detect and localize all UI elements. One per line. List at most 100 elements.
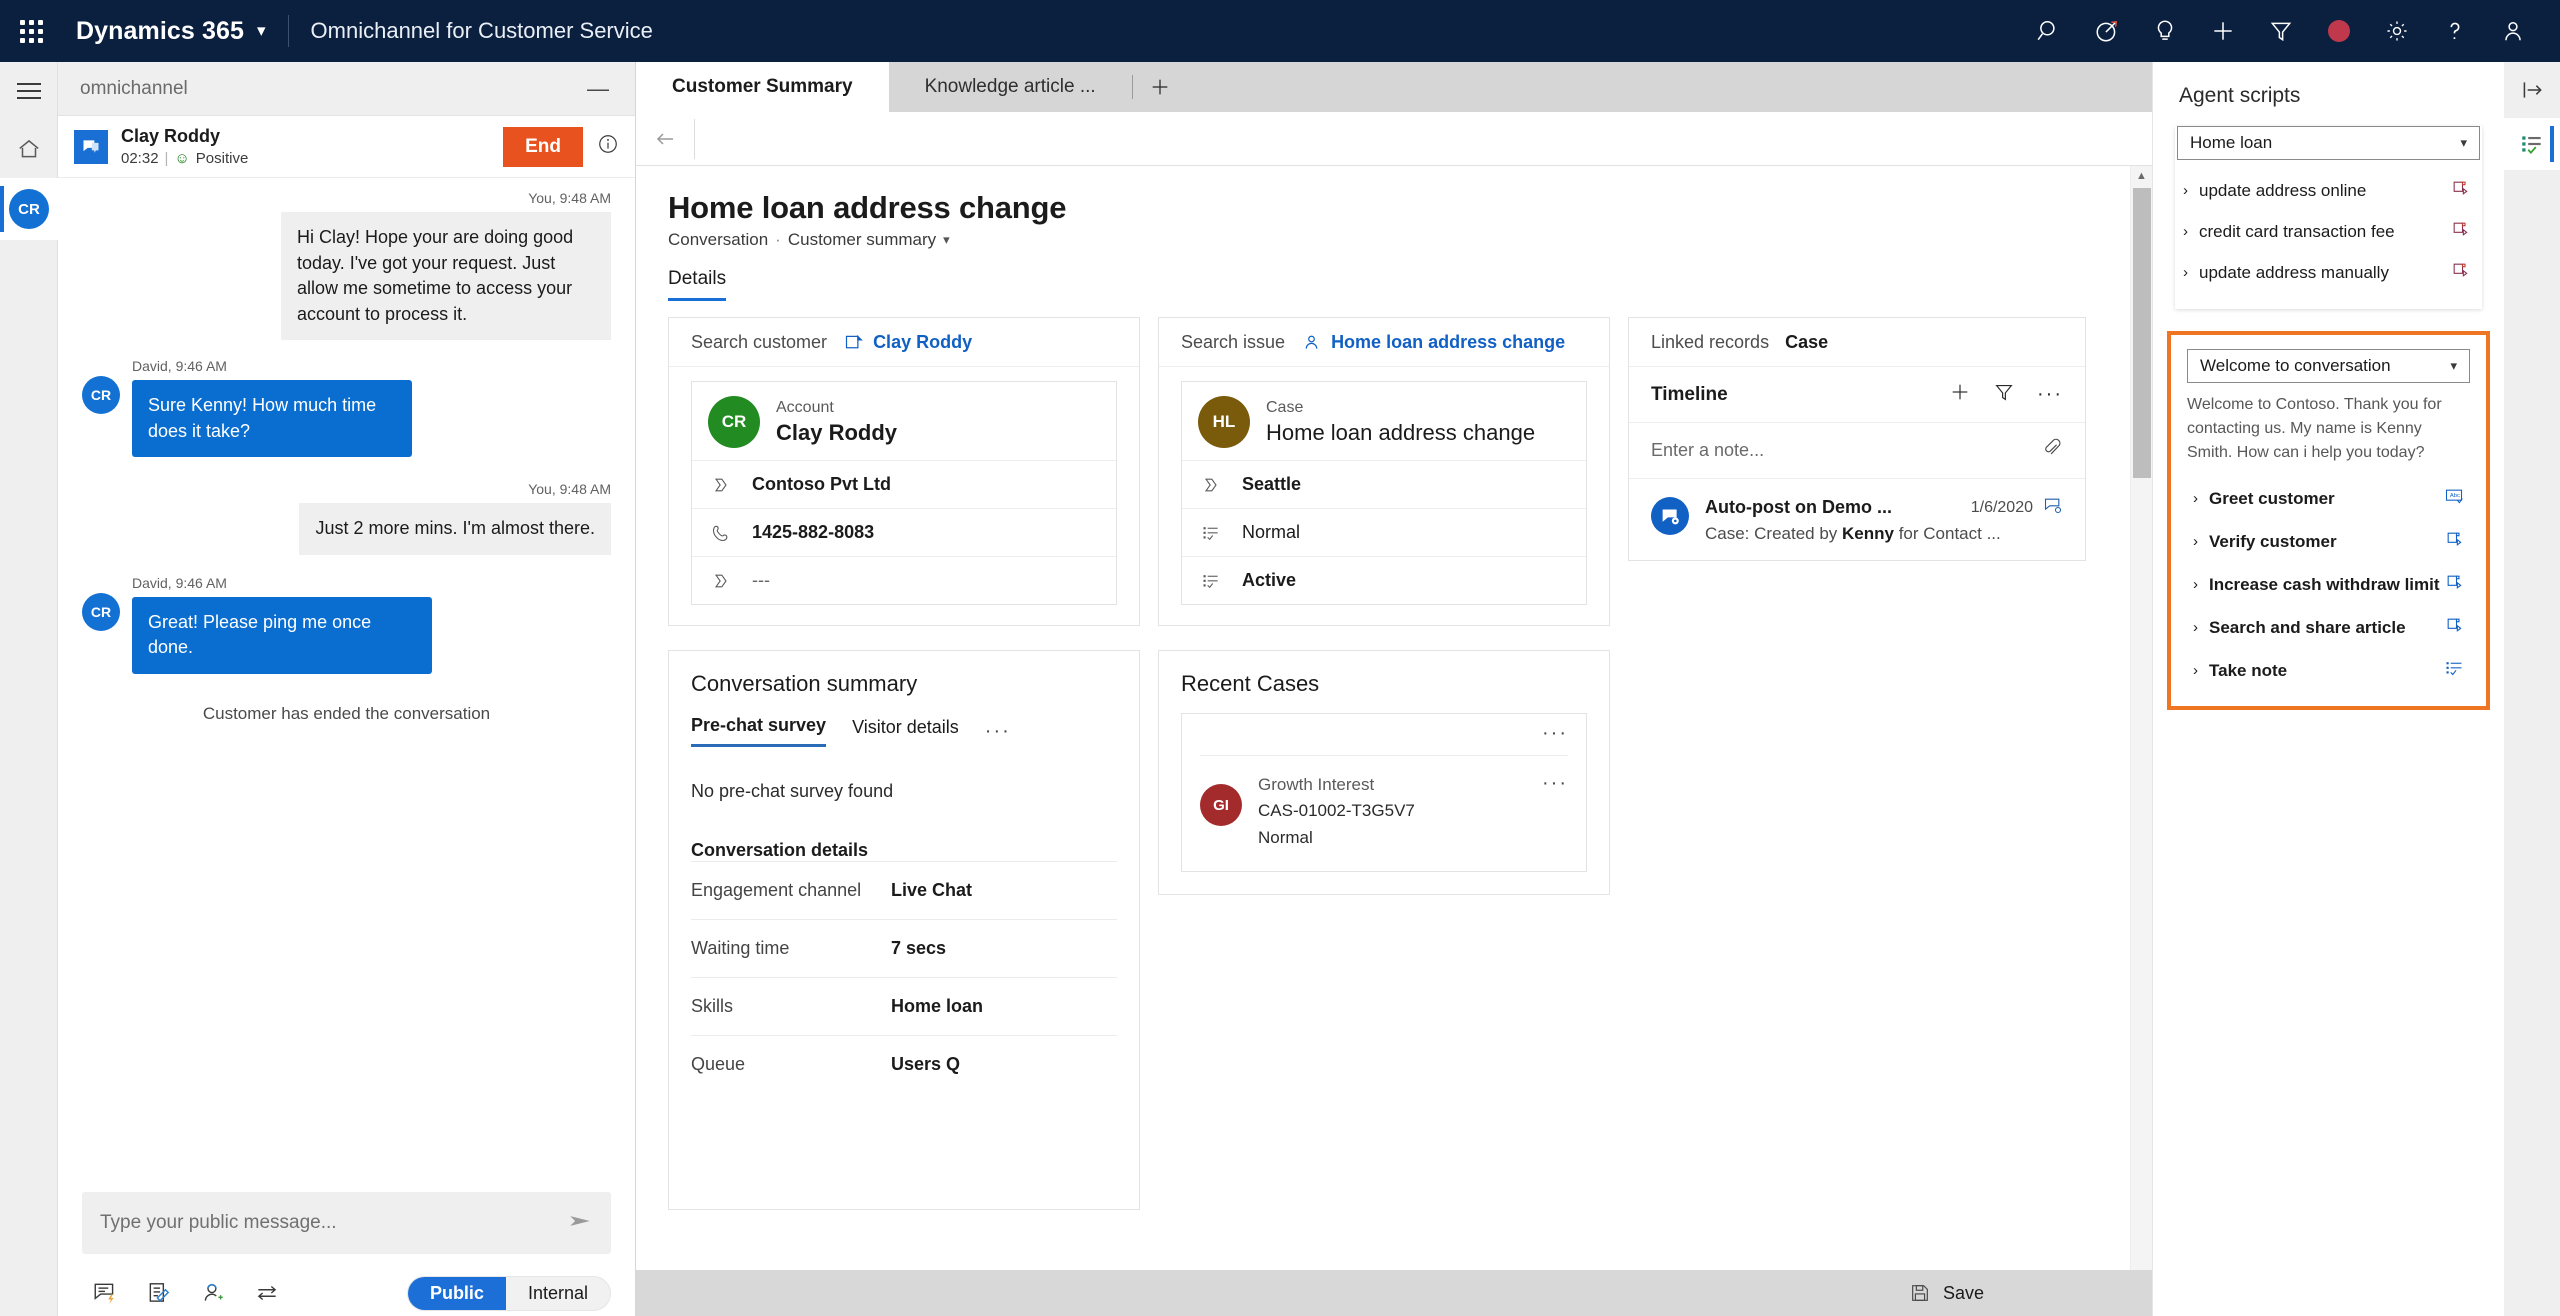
script-selector[interactable]: Home loan ▾: [2177, 126, 2480, 160]
user-account-icon[interactable]: [2490, 0, 2536, 62]
avatar: CR: [708, 396, 760, 448]
plus-icon[interactable]: [2200, 0, 2246, 62]
timeline-item[interactable]: Auto-post on Demo ... 1/6/2020 Case: Cre…: [1629, 479, 2085, 560]
visibility-internal-option[interactable]: Internal: [506, 1277, 610, 1310]
detail-key: Engagement channel: [691, 880, 862, 900]
issue-entity-box: HL Case Home loan address change Seattle: [1181, 381, 1587, 605]
run-script-icon[interactable]: [2444, 615, 2464, 640]
run-script-icon[interactable]: [2444, 529, 2464, 554]
linked-records-card: Linked records Case Timeline ··· Enter a…: [1628, 317, 2086, 561]
plus-icon[interactable]: [1949, 381, 1971, 408]
visibility-public-option[interactable]: Public: [407, 1276, 506, 1310]
detail-key: Queue: [691, 1054, 746, 1074]
quick-reply-icon[interactable]: [82, 1274, 128, 1312]
case-number: CAS-01002-T3G5V7: [1258, 801, 1415, 821]
system-message: Customer has ended the conversation: [202, 703, 491, 723]
issue-card-header: Search issue Home loan address change: [1159, 318, 1609, 367]
note-icon[interactable]: [136, 1274, 182, 1312]
text-macro-icon[interactable]: Abc: [2444, 486, 2464, 511]
chevron-down-icon[interactable]: ▾: [2460, 135, 2467, 151]
target-arrow-icon[interactable]: [2084, 0, 2130, 62]
run-script-icon[interactable]: [2450, 260, 2470, 285]
script-step-greet-customer[interactable]: › Greet customer Abc: [2189, 477, 2468, 520]
breadcrumb-form[interactable]: Customer summary: [788, 230, 936, 250]
script-selector-value: Home loan: [2190, 133, 2273, 152]
script-step-label: update address manually: [2199, 262, 2389, 282]
script-step-take-note[interactable]: › Take note: [2189, 649, 2468, 692]
search-icon[interactable]: [2026, 0, 2072, 62]
conversation-summary-card: Conversation summary Pre-chat survey Vis…: [668, 650, 1140, 1210]
main-scrollbar[interactable]: ▲ ▼: [2130, 166, 2152, 1316]
filter-icon[interactable]: [2258, 0, 2304, 62]
more-icon[interactable]: ···: [2037, 383, 2063, 406]
agent-scripts-title: Agent scripts: [2179, 84, 2301, 107]
save-button[interactable]: Save: [1909, 1282, 1984, 1304]
waffle-icon: [19, 19, 43, 43]
composer-toolbar: Public Internal: [82, 1254, 611, 1316]
message-visibility-toggle[interactable]: Public Internal: [406, 1275, 611, 1311]
timeline-note-input[interactable]: Enter a note...: [1629, 423, 2085, 479]
run-script-icon[interactable]: [2450, 219, 2470, 244]
presence-busy-icon[interactable]: [2316, 0, 2362, 62]
chevron-down-icon[interactable]: ▾: [943, 232, 950, 248]
composer-input-wrapper[interactable]: [82, 1192, 611, 1254]
detail-key: Waiting time: [691, 938, 790, 958]
minimize-panel-button[interactable]: —: [583, 77, 613, 100]
script-step-increase-cash-withdraw-limit[interactable]: › Increase cash withdraw limit: [2189, 563, 2468, 606]
info-icon[interactable]: [597, 133, 619, 160]
customer-field-value: Contoso Pvt Ltd: [752, 474, 891, 494]
script-step-update-address-online[interactable]: › update address online: [2179, 170, 2478, 211]
agent-script-steps: › update address online › credit card tr…: [2175, 160, 2482, 293]
customer-entity-box: CR Account Clay Roddy Contoso Pvt Ltd 14…: [691, 381, 1117, 605]
chevron-down-icon[interactable]: ▾: [257, 21, 266, 41]
message-meta: David, 9:46 AM: [132, 574, 227, 591]
gear-icon[interactable]: [2374, 0, 2420, 62]
rail-item-agent-scripts[interactable]: [2504, 118, 2560, 170]
tab-details[interactable]: Details: [668, 268, 727, 301]
paperclip-icon[interactable]: [2041, 437, 2063, 464]
tab-knowledge-article[interactable]: Knowledge article ...: [889, 62, 1132, 112]
recent-cases-more-icon[interactable]: ···: [1182, 714, 1586, 755]
send-icon[interactable]: [567, 1208, 593, 1239]
filter-icon[interactable]: [1993, 381, 2015, 408]
message-input[interactable]: [100, 1212, 567, 1234]
chevron-right-icon: ›: [2183, 264, 2188, 281]
issue-record-link[interactable]: Home loan address change: [1301, 332, 1565, 353]
chevron-down-icon[interactable]: ▾: [2450, 358, 2457, 374]
top-nav-actions: [2014, 0, 2560, 62]
home-button[interactable]: [0, 120, 58, 178]
list-check-icon[interactable]: [2444, 658, 2464, 683]
chevron-right-icon: ›: [2183, 223, 2188, 240]
add-tab-button[interactable]: [1133, 62, 1187, 112]
transfer-icon[interactable]: [244, 1274, 290, 1312]
script-step-credit-card-transaction-fee[interactable]: › credit card transaction fee: [2179, 211, 2478, 252]
script-step-update-address-manually[interactable]: › update address manually: [2179, 252, 2478, 293]
tab-visitor-details[interactable]: Visitor details: [852, 717, 959, 746]
app-launcher-button[interactable]: [0, 0, 62, 62]
expand-panel-button[interactable]: [2504, 62, 2560, 118]
expand-panel-icon: [2523, 82, 2542, 98]
tab-pre-chat-survey[interactable]: Pre-chat survey: [691, 715, 827, 747]
script-step-search-and-share-article[interactable]: › Search and share article: [2189, 606, 2468, 649]
scrollbar-thumb[interactable]: [2133, 188, 2151, 478]
customer-record-link[interactable]: Clay Roddy: [843, 332, 972, 353]
active-session-clay-roddy[interactable]: CR: [0, 178, 58, 240]
back-button[interactable]: [636, 112, 694, 166]
linked-records-value[interactable]: Case: [1785, 332, 1828, 353]
lightbulb-icon[interactable]: [2142, 0, 2188, 62]
tab-customer-summary[interactable]: Customer Summary: [636, 62, 889, 112]
chevron-right-icon: ›: [2193, 619, 2198, 636]
more-icon[interactable]: ···: [985, 720, 1011, 743]
site-map-button[interactable]: [0, 62, 58, 120]
help-icon[interactable]: [2432, 0, 2478, 62]
scroll-up-icon[interactable]: ▲: [2131, 166, 2152, 186]
welcome-script-selector[interactable]: Welcome to conversation ▾: [2187, 349, 2470, 383]
consult-agent-icon[interactable]: [190, 1274, 236, 1312]
script-step-verify-customer[interactable]: › Verify customer: [2189, 520, 2468, 563]
list-item[interactable]: GI Growth Interest CAS-01002-T3G5V7 Norm…: [1182, 756, 1586, 871]
run-script-icon[interactable]: [2450, 178, 2470, 203]
case-more-icon[interactable]: ···: [1542, 772, 1568, 795]
conversation-search-bar[interactable]: omnichannel —: [58, 62, 635, 116]
run-script-icon[interactable]: [2444, 572, 2464, 597]
end-conversation-button[interactable]: End: [503, 126, 583, 167]
